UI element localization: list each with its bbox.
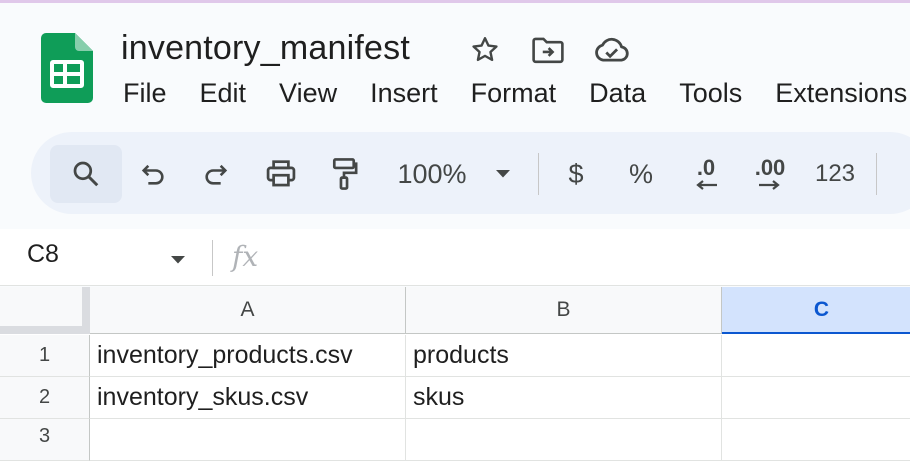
- formula-bar-divider: [212, 240, 213, 276]
- print-icon[interactable]: [258, 150, 304, 198]
- freeze-columns-handle[interactable]: [82, 287, 90, 327]
- menu-view[interactable]: View: [279, 78, 337, 112]
- cell-c2[interactable]: [722, 377, 910, 419]
- row-header-1[interactable]: 1: [0, 335, 90, 377]
- column-header-a[interactable]: A: [90, 287, 406, 334]
- toolbar-divider: [538, 153, 539, 195]
- column-header-b[interactable]: B: [406, 287, 722, 334]
- row-header-2[interactable]: 2: [0, 377, 90, 419]
- column-header-c[interactable]: C: [722, 287, 910, 334]
- undo-icon[interactable]: [130, 150, 176, 198]
- cloud-saved-icon[interactable]: [592, 33, 632, 67]
- menu-format[interactable]: Format: [471, 78, 557, 112]
- increase-decimal-button[interactable]: .00: [745, 150, 795, 198]
- toolbar-divider: [876, 153, 877, 195]
- menu-edit[interactable]: Edit: [200, 78, 247, 112]
- move-to-folder-icon[interactable]: [528, 33, 568, 67]
- cell-a1[interactable]: inventory_products.csv: [90, 335, 406, 377]
- cell-b3[interactable]: [406, 419, 722, 461]
- percent-format-button[interactable]: %: [620, 150, 662, 198]
- arrow-left-icon: [696, 180, 717, 190]
- cell-c3[interactable]: [722, 419, 910, 461]
- currency-format-button[interactable]: $: [556, 150, 596, 198]
- more-formats-button[interactable]: 123: [810, 150, 860, 198]
- menu-tools[interactable]: Tools: [679, 78, 742, 112]
- fx-icon: fx: [232, 240, 259, 273]
- sheets-logo-icon[interactable]: [41, 33, 93, 103]
- chevron-down-icon[interactable]: [170, 252, 186, 270]
- menu-bar: File Edit View Insert Format Data Tools …: [123, 78, 910, 112]
- chevron-down-icon[interactable]: [490, 150, 516, 198]
- menu-data[interactable]: Data: [589, 78, 646, 112]
- row-header-3[interactable]: 3: [0, 419, 90, 461]
- paint-format-icon[interactable]: [321, 150, 367, 198]
- menu-insert[interactable]: Insert: [370, 78, 438, 112]
- arrow-right-icon: [759, 180, 780, 190]
- cell-c1[interactable]: [722, 335, 910, 377]
- star-icon[interactable]: [465, 33, 505, 67]
- decrease-decimal-label: .0: [696, 155, 716, 180]
- cell-a3[interactable]: [90, 419, 406, 461]
- search-icon[interactable]: [62, 150, 110, 198]
- cell-a2[interactable]: inventory_skus.csv: [90, 377, 406, 419]
- increase-decimal-label: .00: [754, 155, 786, 180]
- menu-file[interactable]: File: [123, 78, 167, 112]
- decrease-decimal-button[interactable]: .0: [683, 150, 729, 198]
- redo-icon[interactable]: [193, 150, 239, 198]
- zoom-select[interactable]: 100%: [392, 150, 472, 198]
- cell-b1[interactable]: products: [406, 335, 722, 377]
- freeze-rows-handle[interactable]: [0, 326, 90, 334]
- formula-input[interactable]: [280, 238, 900, 278]
- menu-extensions[interactable]: Extensions: [775, 78, 907, 112]
- name-box[interactable]: C8: [27, 240, 59, 269]
- cell-b2[interactable]: skus: [406, 377, 722, 419]
- document-title[interactable]: inventory_manifest: [121, 29, 410, 68]
